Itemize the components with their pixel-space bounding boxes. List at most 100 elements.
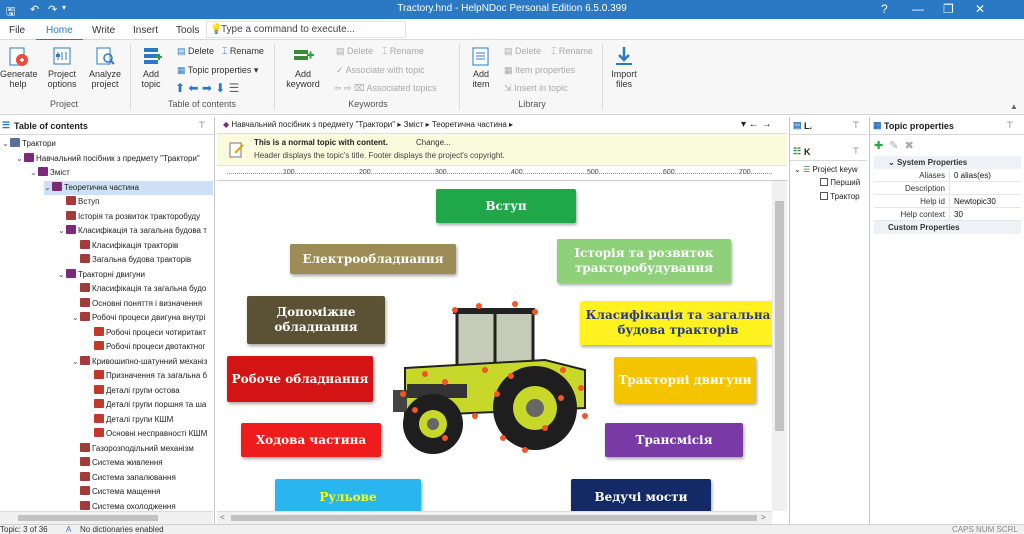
toc-item[interactable]: ⌄ Теоретична частина bbox=[44, 180, 213, 195]
tab-home[interactable]: Home bbox=[36, 25, 83, 41]
toc-item[interactable]: Система мащення bbox=[72, 485, 213, 499]
topic-link-label[interactable]: Ходова частина bbox=[241, 423, 381, 457]
add-keyword-button[interactable]: Add keyword bbox=[280, 45, 326, 89]
toc-horizontal-scrollbar[interactable] bbox=[0, 511, 213, 524]
toc-item[interactable]: Основні несправності КШМ bbox=[86, 427, 213, 441]
rename-item-button[interactable]: ⌶ Rename bbox=[551, 46, 593, 57]
expand-arrow-icon[interactable]: ⌄ bbox=[58, 268, 66, 282]
topic-list-icon[interactable]: ☰ bbox=[229, 81, 240, 95]
editor-horizontal-scrollbar[interactable]: < > bbox=[217, 511, 772, 524]
minimize-button[interactable]: — bbox=[912, 2, 924, 16]
move-up-icon[interactable]: ⬆ bbox=[175, 81, 185, 95]
project-options-button[interactable]: Project options bbox=[44, 45, 80, 89]
delete-property-icon[interactable]: ✖ bbox=[905, 140, 914, 152]
toc-item[interactable]: ⌄ Навчальний посібник з предмету "Трактор… bbox=[16, 152, 213, 166]
expand-arrow-icon[interactable]: ⌄ bbox=[44, 181, 52, 195]
toc-item[interactable]: Система запалювання bbox=[72, 471, 213, 485]
property-row[interactable]: Description bbox=[874, 182, 1021, 195]
topic-link-label[interactable]: Історія та розвиток тракторобудування bbox=[557, 239, 731, 283]
keyword-item[interactable]: Перший bbox=[820, 178, 866, 187]
toc-item[interactable]: ⌄ Тракторні двигуни bbox=[58, 268, 213, 282]
breadcrumb-item[interactable]: Зміст bbox=[404, 120, 424, 129]
move-left-icon[interactable]: ⬅ bbox=[188, 81, 198, 95]
toc-item[interactable]: ⌄ Класифікація та загальна будова т bbox=[58, 224, 213, 238]
toc-item[interactable]: ⌄ Кривошипно-шатунний механіз bbox=[72, 355, 213, 369]
system-properties-category[interactable]: ⌄ System Properties bbox=[874, 156, 1021, 169]
checkbox[interactable] bbox=[820, 192, 828, 200]
toc-item[interactable]: Газорозподільний механізм bbox=[72, 442, 213, 456]
checkbox[interactable] bbox=[820, 178, 828, 186]
close-button[interactable]: ✕ bbox=[975, 2, 985, 16]
pin-icon[interactable]: ⊤ bbox=[852, 146, 860, 157]
keyword-item[interactable]: Трактор bbox=[820, 192, 866, 201]
rename-keyword-button[interactable]: ⌶ Rename bbox=[382, 46, 424, 57]
delete-topic-button[interactable]: ▤ Delete bbox=[177, 46, 214, 57]
toc-item[interactable]: Деталі групи КШМ bbox=[86, 413, 213, 427]
scroll-right-icon[interactable]: > bbox=[761, 513, 766, 522]
toc-item[interactable]: Класифікація тракторів bbox=[72, 239, 213, 253]
tab-tools[interactable]: Tools bbox=[176, 25, 199, 36]
pin-icon[interactable]: ⊤ bbox=[852, 120, 860, 131]
toc-item[interactable]: Загальна будова тракторів bbox=[72, 253, 213, 267]
generate-help-button[interactable]: Generate help bbox=[0, 45, 38, 89]
topic-link-label[interactable]: Рульове bbox=[275, 479, 421, 511]
topic-link-label[interactable]: Електрообладнання bbox=[290, 244, 456, 274]
delete-item-button[interactable]: ▤ Delete bbox=[504, 46, 541, 57]
add-item-button[interactable]: Add item bbox=[465, 45, 497, 89]
topic-link-label[interactable]: Робоче обладнання bbox=[227, 356, 373, 402]
toc-item[interactable]: ⌄ Зміст bbox=[30, 166, 213, 180]
expand-arrow-icon[interactable]: ⌄ bbox=[16, 152, 24, 166]
topic-properties-button[interactable]: ▦ Topic properties ▾ bbox=[177, 65, 258, 76]
toc-item[interactable]: Робочі процеси чотиритакт bbox=[86, 326, 213, 340]
property-row[interactable]: Aliases 0 alias(es) bbox=[874, 169, 1021, 182]
toc-item[interactable]: Вступ bbox=[58, 195, 213, 209]
tab-insert[interactable]: Insert bbox=[133, 25, 158, 36]
toc-item[interactable]: ⌄ Робочі процеси двигуна внутрі bbox=[72, 311, 213, 325]
property-row[interactable]: Help context 30 bbox=[874, 208, 1021, 221]
rename-topic-button[interactable]: ⌶ Rename bbox=[222, 46, 264, 57]
expand-arrow-icon[interactable]: ⌄ bbox=[58, 224, 66, 238]
dictionary-status[interactable]: No dictionaries enabled bbox=[80, 525, 164, 534]
move-right-icon[interactable]: ➡ bbox=[202, 81, 212, 95]
topic-link-label[interactable]: Допоміжне обладнання bbox=[247, 296, 385, 344]
help-icon[interactable]: ? bbox=[881, 2, 888, 16]
spellcheck-icon[interactable]: A bbox=[66, 525, 71, 534]
breadcrumb-item[interactable]: Навчальний посібник з предмету "Трактори… bbox=[231, 120, 395, 129]
pin-icon[interactable]: ⊤ bbox=[198, 120, 206, 131]
insert-in-topic-button[interactable]: ⇲ Insert in topic bbox=[504, 83, 568, 94]
collapse-ribbon-icon[interactable]: ▲ bbox=[1010, 102, 1018, 111]
toc-item[interactable]: Система живлення bbox=[72, 456, 213, 470]
library-tab-header[interactable]: ▤ L. ⊤ bbox=[790, 117, 867, 135]
collapse-arrow-icon[interactable]: ⌄ bbox=[794, 165, 801, 174]
topic-link-label[interactable]: Класифікація та загальна будова тракторі… bbox=[580, 301, 772, 345]
keywords-root[interactable]: ⌄ ☰ Project keyw bbox=[794, 165, 866, 174]
pin-icon[interactable]: ⊤ bbox=[1006, 120, 1014, 131]
import-files-button[interactable]: Import files bbox=[606, 45, 642, 89]
toc-item[interactable]: Робочі процеси двотактног bbox=[86, 340, 213, 354]
associate-with-topic-button[interactable]: ✓ Associate with topic bbox=[336, 65, 425, 76]
tab-file[interactable]: File bbox=[9, 25, 25, 36]
expand-arrow-icon[interactable]: ⌄ bbox=[30, 166, 38, 180]
change-link[interactable]: Change... bbox=[416, 138, 451, 147]
toc-item[interactable]: Історія та розвиток тракторобуду bbox=[58, 210, 213, 224]
analyze-project-button[interactable]: Analyze project bbox=[86, 45, 124, 89]
editor-vertical-scrollbar[interactable] bbox=[772, 181, 787, 511]
expand-arrow-icon[interactable]: ⌄ bbox=[2, 137, 10, 151]
toc-item[interactable]: Деталі групи остова bbox=[86, 384, 213, 398]
scroll-thumb[interactable] bbox=[775, 201, 784, 431]
edit-property-icon[interactable]: ✎ bbox=[889, 140, 898, 152]
topic-link-label[interactable]: Ведучі мости bbox=[571, 479, 711, 511]
keywords-tab-header[interactable]: ☷ K ⊤ bbox=[790, 143, 867, 161]
scroll-thumb[interactable] bbox=[231, 515, 757, 521]
toc-item[interactable]: Деталі групи поршня та ша bbox=[86, 398, 213, 412]
breadcrumb-item[interactable]: Теоретична частина bbox=[432, 120, 507, 129]
item-properties-button[interactable]: ▦ Item properties bbox=[504, 65, 575, 76]
associated-topics-button[interactable]: ⇦ ⇨ ⌧ Associated topics bbox=[334, 83, 437, 94]
scroll-thumb[interactable] bbox=[18, 515, 158, 521]
move-down-icon[interactable]: ⬇ bbox=[215, 81, 225, 95]
scroll-left-icon[interactable]: < bbox=[220, 513, 225, 522]
topic-link-label[interactable]: Тракторні двигуни bbox=[614, 357, 756, 403]
topic-link-label[interactable]: Вступ bbox=[436, 189, 576, 223]
toc-item[interactable]: Призначення та загальна б bbox=[86, 369, 213, 383]
add-topic-button[interactable]: Add topic bbox=[134, 45, 168, 89]
